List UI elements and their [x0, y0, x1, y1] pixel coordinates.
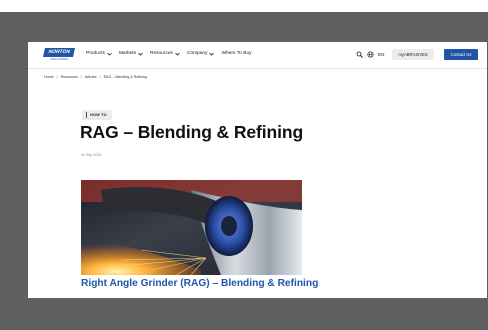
nav-item-company[interactable]: Company — [187, 51, 215, 56]
web-page: NORTON SAINT-GOBAIN Products Markets Res… — [28, 42, 487, 298]
article-date: 04 Sep 2020 — [81, 153, 102, 157]
page-title: RAG – Blending & Refining — [80, 122, 304, 142]
search-icon[interactable] — [356, 51, 363, 58]
brand-logo[interactable]: NORTON SAINT-GOBAIN — [43, 48, 75, 61]
nav-item-label: Company — [186, 51, 208, 56]
language-selector[interactable]: EN — [378, 52, 384, 57]
chevron-down-icon — [209, 52, 215, 56]
chevron-down-icon — [175, 52, 180, 56]
chevron-down-icon — [138, 52, 143, 56]
breadcrumb-resources[interactable]: Resources — [61, 75, 78, 79]
logo-tagline: SAINT-GOBAIN — [50, 57, 68, 61]
breadcrumb-separator: / — [80, 75, 82, 79]
nav-item-label: Where To Buy — [221, 51, 252, 56]
contact-us-button[interactable]: Contact Us — [443, 49, 479, 60]
header-tools: EN myABRASIVES Contact Us — [356, 49, 479, 60]
header-divider — [28, 68, 487, 69]
nav-item-label: Markets — [118, 51, 136, 56]
image-caption-link[interactable]: Right Angle Grinder (RAG) – Blending & R… — [81, 278, 318, 289]
chevron-down-icon — [107, 52, 112, 56]
breadcrumb-separator: / — [56, 75, 58, 79]
breadcrumb: Home / Resources / Articles / RAG – Blen… — [44, 75, 147, 79]
site-header: NORTON SAINT-GOBAIN Products Markets Res… — [28, 42, 487, 66]
globe-icon[interactable] — [367, 51, 374, 58]
logo-wordmark: NORTON — [43, 48, 75, 57]
tag-accent-bar — [86, 112, 87, 118]
grinder-photo — [81, 180, 302, 275]
top-strip — [0, 0, 488, 12]
main-nav: Products Markets Resources Company Where… — [86, 51, 252, 56]
nav-item-label: Products — [86, 51, 105, 56]
nav-item-resources[interactable]: Resources — [150, 51, 180, 56]
nav-item-markets[interactable]: Markets — [119, 51, 143, 56]
article-tag: HOW TO — [82, 110, 112, 120]
breadcrumb-home[interactable]: Home — [44, 75, 54, 79]
nav-item-label: Resources — [150, 51, 173, 56]
nav-item-where-to-buy[interactable]: Where To Buy — [221, 51, 251, 56]
breadcrumb-separator: / — [99, 75, 101, 79]
article-tag-label: HOW TO — [90, 113, 107, 117]
nav-item-products[interactable]: Products — [86, 51, 112, 56]
hero-image — [81, 180, 302, 275]
breadcrumb-articles[interactable]: Articles — [85, 75, 97, 79]
breadcrumb-current: RAG – Blending & Refining — [103, 75, 147, 79]
my-abrasives-button[interactable]: myABRASIVES — [392, 49, 434, 60]
